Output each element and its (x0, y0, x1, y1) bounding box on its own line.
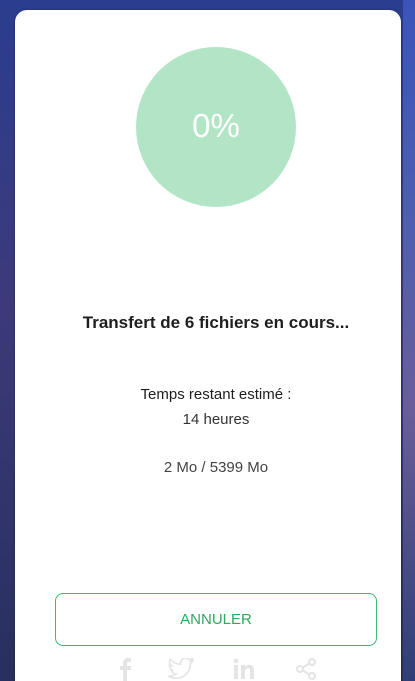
eta-label: Temps restant estimé : (140, 386, 292, 403)
linkedin-icon[interactable] (231, 656, 257, 681)
twitter-icon[interactable] (168, 656, 194, 681)
cancel-button[interactable]: ANNULER (55, 593, 377, 646)
progress-percent: 0% (192, 107, 240, 144)
transfer-dialog: 0% Transfert de 6 fichiers en cours... T… (15, 10, 401, 681)
background-strip (403, 0, 415, 681)
size-progress: 2 Mo / 5399 Mo (163, 459, 269, 476)
progress-circle: 0% (136, 47, 296, 207)
share-icon[interactable] (293, 656, 319, 681)
transfer-title: Transfert de 6 fichiers en cours... (82, 313, 350, 332)
eta-value: 14 heures (182, 411, 250, 428)
facebook-icon[interactable] (112, 656, 138, 681)
share-row (110, 656, 330, 681)
